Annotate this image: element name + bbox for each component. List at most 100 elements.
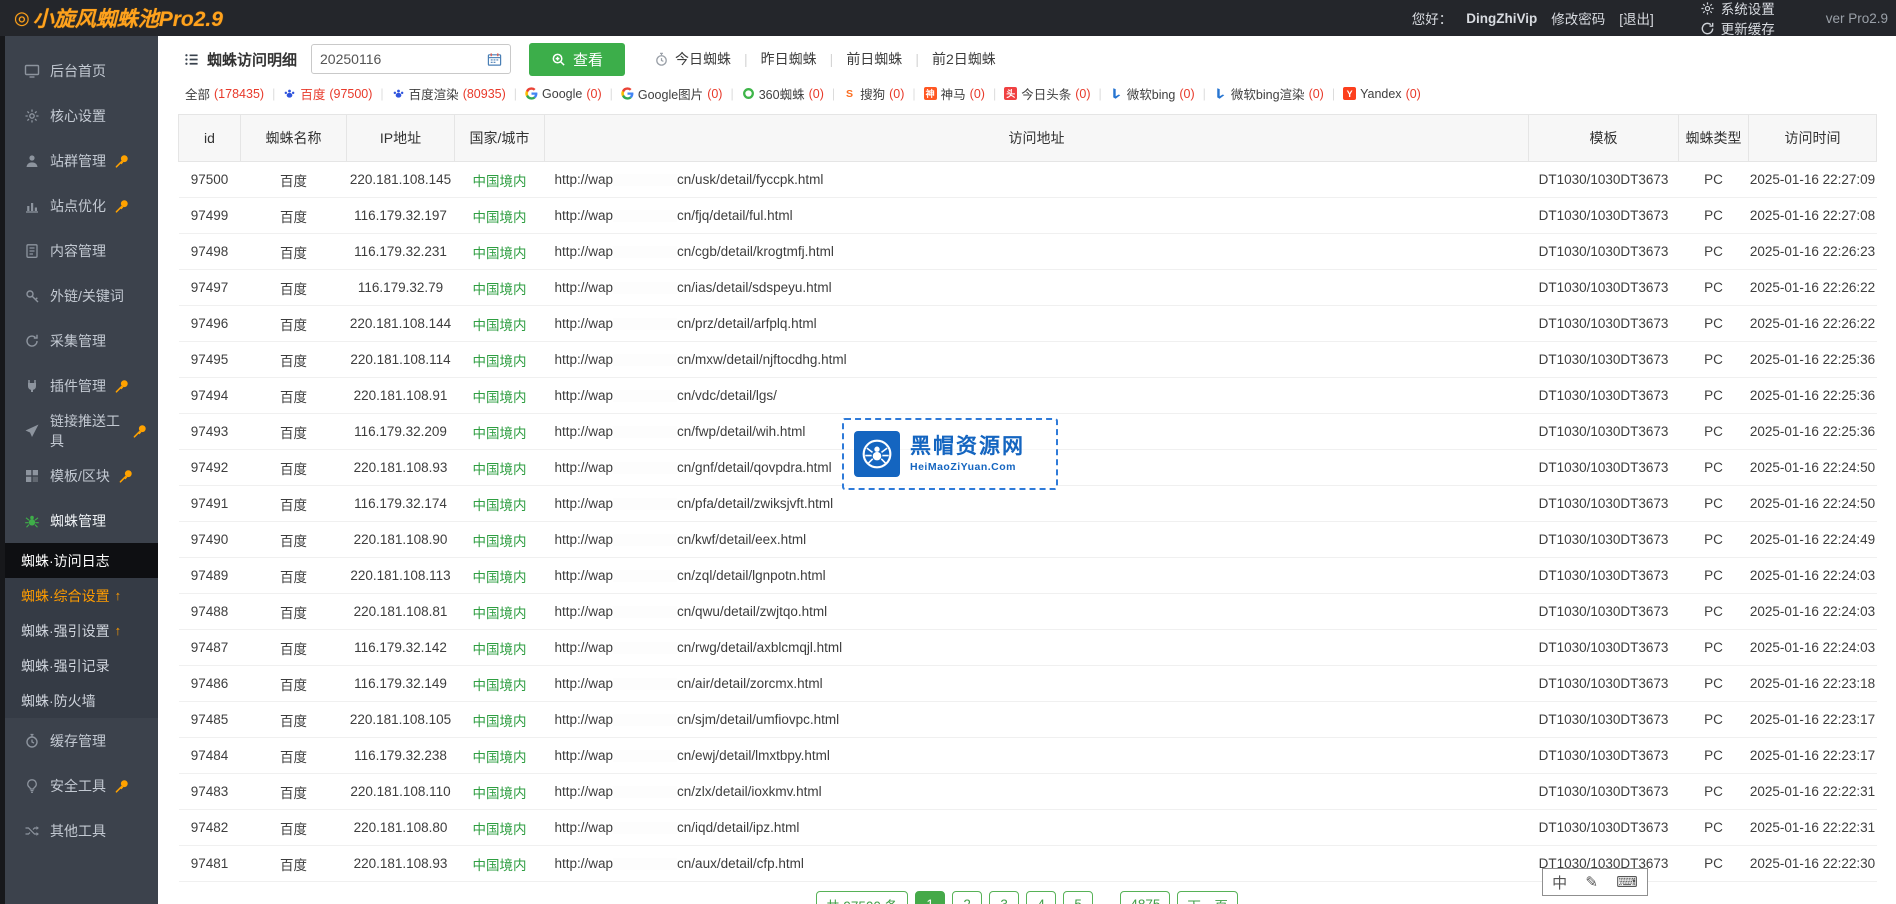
filter-bing[interactable]: 微软bing(0) xyxy=(1110,84,1195,103)
quick-link-0[interactable]: 今日蜘蛛 xyxy=(641,49,744,69)
sidebar-item-label: 其他工具 xyxy=(50,821,106,841)
ime-toolbar[interactable]: 中 ✎ ⌨ xyxy=(1542,868,1648,896)
cell-visit-time: 2025-01-16 22:26:22 xyxy=(1749,306,1877,342)
censored-domain xyxy=(613,858,677,870)
sidebar-item-label: 缓存管理 xyxy=(50,731,106,751)
column-header: 访问地址 xyxy=(545,115,1529,162)
filter-yandex[interactable]: YYandex(0) xyxy=(1343,87,1421,101)
ime-glyph-2[interactable]: ⌨ xyxy=(1616,873,1638,891)
cell-spider-name: 百度 xyxy=(241,198,347,234)
next-page-button[interactable]: 下一页 xyxy=(1177,891,1238,904)
page-button-4875[interactable]: 4875 xyxy=(1120,891,1170,904)
cell-region: 中国境内 xyxy=(455,198,545,234)
page-button-3[interactable]: 3 xyxy=(989,891,1019,904)
cell-spider-type: PC xyxy=(1679,522,1749,558)
cell-visit-time: 2025-01-16 22:24:50 xyxy=(1749,486,1877,522)
table-row: 97500百度220.181.108.145中国境内http://wapcn/u… xyxy=(179,162,1877,198)
sidebar-item-spider-force[interactable]: 蜘蛛·强引设置↑ xyxy=(0,613,158,648)
top-link-settings[interactable]: 系统设置 xyxy=(1700,0,1802,18)
cell-id: 97487 xyxy=(179,630,241,666)
sidebar-item-cache-mgr[interactable]: 缓存管理 xyxy=(0,718,158,763)
filter-360[interactable]: 360蜘蛛(0) xyxy=(742,84,824,103)
censored-domain xyxy=(613,534,677,546)
sidebar-item-security[interactable]: 安全工具 xyxy=(0,763,158,808)
sidebar-item-spider-settings[interactable]: 蜘蛛·综合设置↑ xyxy=(0,578,158,613)
divider: | xyxy=(272,87,275,101)
cell-region: 中国境内 xyxy=(455,558,545,594)
view-button[interactable]: 查看 xyxy=(529,43,625,76)
quick-link-3[interactable]: 前2日蜘蛛 xyxy=(919,49,1009,69)
page-button-5[interactable]: 5 xyxy=(1063,891,1093,904)
calendar-icon[interactable] xyxy=(487,52,502,67)
sidebar-item-templates[interactable]: 模板/区块 xyxy=(0,453,158,498)
sidebar-menu: 后台首页核心设置站群管理站点优化内容管理外链/关键词采集管理插件管理链接推送工具… xyxy=(0,36,158,853)
sidebar-item-site-group[interactable]: 站群管理 xyxy=(0,138,158,183)
filter-baidu[interactable]: 百度(97500) xyxy=(283,84,372,103)
page-button-4[interactable]: 4 xyxy=(1026,891,1056,904)
censored-domain xyxy=(613,678,677,690)
cell-visit-url: http://wapcn/fjq/detail/ful.html xyxy=(545,198,1529,234)
cell-template: DT1030/1030DT3673 xyxy=(1529,594,1679,630)
table-row: 97498百度116.179.32.231中国境内http://wapcn/cg… xyxy=(179,234,1877,270)
quick-link-1[interactable]: 昨日蜘蛛 xyxy=(748,49,830,69)
cell-ip: 220.181.108.105 xyxy=(347,702,455,738)
page-button-2[interactable]: 2 xyxy=(952,891,982,904)
sidebar-item-home[interactable]: 后台首页 xyxy=(0,48,158,93)
censored-domain xyxy=(613,606,677,618)
filter-all[interactable]: 全部(178435) xyxy=(185,84,264,103)
sidebar-item-label: 蜘蛛管理 xyxy=(50,511,106,531)
sidebar-item-site-seo[interactable]: 站点优化 xyxy=(0,183,158,228)
cell-template: DT1030/1030DT3673 xyxy=(1529,414,1679,450)
version-label: ver Pro2.9 xyxy=(1826,11,1888,26)
page-title-text: 蜘蛛访问明细 xyxy=(207,49,297,70)
cell-ip: 220.181.108.81 xyxy=(347,594,455,630)
cell-visit-url: http://wapcn/pfa/detail/zwiksjvft.html xyxy=(545,486,1529,522)
sidebar-item-spider-force-log[interactable]: 蜘蛛·强引记录 xyxy=(0,648,158,683)
sidebar-item-link-push[interactable]: 链接推送工具 xyxy=(0,408,158,453)
filter-sogou[interactable]: S搜狗(0) xyxy=(843,84,904,103)
cell-template: DT1030/1030DT3673 xyxy=(1529,198,1679,234)
table-header-row: id蜘蛛名称IP地址国家/城市访问地址模板蜘蛛类型访问时间 xyxy=(179,115,1877,162)
page-title: 蜘蛛访问明细 xyxy=(184,49,297,70)
ime-glyph-1[interactable]: ✎ xyxy=(1585,873,1598,891)
baidu-paw-icon xyxy=(283,87,296,100)
sidebar-item-collect[interactable]: 采集管理 xyxy=(0,318,158,363)
change-password-link[interactable]: 修改密码 xyxy=(1551,8,1605,28)
sidebar-item-content[interactable]: 内容管理 xyxy=(0,228,158,273)
top-link-cache[interactable]: 更新缓存 xyxy=(1700,18,1802,36)
censored-domain xyxy=(613,642,677,654)
cell-visit-url: http://wapcn/prz/detail/arfplq.html xyxy=(545,306,1529,342)
sidebar-item-core-settings[interactable]: 核心设置 xyxy=(0,93,158,138)
sidebar-item-other-tools[interactable]: 其他工具 xyxy=(0,808,158,853)
divider: | xyxy=(1332,87,1335,101)
pin-icon xyxy=(114,778,130,794)
cell-spider-name: 百度 xyxy=(241,702,347,738)
sidebar-item-spider-firewall[interactable]: 蜘蛛·防火墙 xyxy=(0,683,158,718)
page-button-1[interactable]: 1 xyxy=(915,891,945,904)
spider-filter-bar: 全部(178435) | 百度(97500) | 百度渲染(80935) | Google(… xyxy=(158,82,1896,112)
filter-toutiao[interactable]: 头今日头条(0) xyxy=(1004,84,1090,103)
filter-baidu-render[interactable]: 百度渲染(80935) xyxy=(392,84,506,103)
filter-google[interactable]: Google(0) xyxy=(525,87,602,101)
date-input[interactable]: 20250116 xyxy=(311,44,511,74)
cell-id: 97484 xyxy=(179,738,241,774)
sidebar-item-label: 安全工具 xyxy=(50,776,106,796)
cell-ip: 220.181.108.113 xyxy=(347,558,455,594)
filter-google-image[interactable]: Google图片(0) xyxy=(621,84,723,103)
logout-link[interactable]: [退出] xyxy=(1619,8,1654,28)
ime-glyph-0[interactable]: 中 xyxy=(1552,872,1567,893)
up-arrow-icon: ↑ xyxy=(115,623,122,638)
sidebar-item-outlinks[interactable]: 外链/关键词 xyxy=(0,273,158,318)
spider-log-table: id蜘蛛名称IP地址国家/城市访问地址模板蜘蛛类型访问时间 97500百度220… xyxy=(178,114,1877,882)
sidebar-item-spider[interactable]: 蜘蛛管理 xyxy=(0,498,158,543)
cell-spider-type: PC xyxy=(1679,234,1749,270)
sidebar-item-spider-log[interactable]: 蜘蛛·访问日志 xyxy=(0,543,158,578)
cell-ip: 220.181.108.114 xyxy=(347,342,455,378)
sidebar-item-plugins[interactable]: 插件管理 xyxy=(0,363,158,408)
top-links: 预览网站系统设置更新缓存系统修复工具 xyxy=(1678,0,1802,36)
column-header: IP地址 xyxy=(347,115,455,162)
divider: | xyxy=(1099,87,1102,101)
filter-bing-render[interactable]: 微软bing渲染(0) xyxy=(1214,84,1324,103)
filter-shenma[interactable]: 神神马(0) xyxy=(924,84,985,103)
quick-link-2[interactable]: 前日蜘蛛 xyxy=(833,49,915,69)
